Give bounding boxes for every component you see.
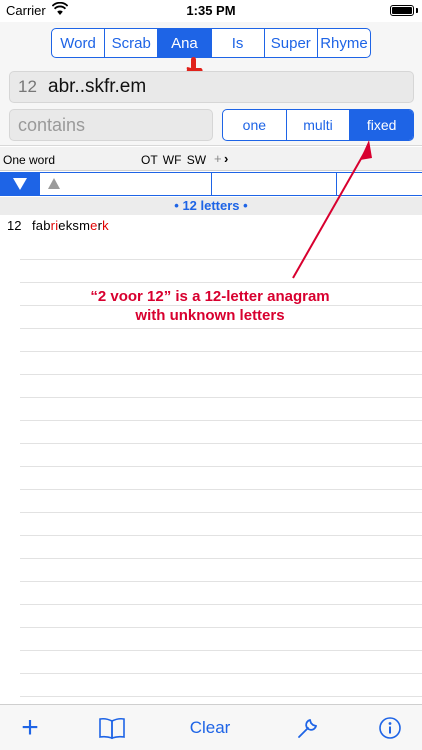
plus-option[interactable]: + (214, 151, 222, 166)
annotation-line-2: with unknown letters (135, 307, 285, 324)
status-bar: Carrier 1:35 PM (0, 0, 422, 22)
contains-input[interactable]: contains (9, 109, 213, 141)
clock: 1:35 PM (186, 3, 236, 18)
sort-row (0, 172, 422, 196)
one-word-option[interactable]: One word (3, 153, 55, 167)
section-header: • 12 letters • (0, 197, 422, 215)
contains-placeholder: contains (18, 114, 86, 135)
match-multi[interactable]: multi (287, 110, 351, 140)
tab-scrab[interactable]: Scrab (105, 29, 159, 57)
tab-rhyme[interactable]: Rhyme (318, 29, 370, 57)
result-word: fabrieksmerk (32, 218, 109, 233)
dictionary-flags[interactable]: OT WF SW (141, 153, 206, 167)
sort-descending-button[interactable] (0, 173, 40, 195)
pattern-length: 12 (18, 77, 37, 96)
triangle-up-icon[interactable] (48, 178, 60, 189)
annotation-line-1: “2 voor 12” is a 12-letter anagram (90, 288, 330, 305)
tab-ana[interactable]: Ana (158, 29, 212, 57)
tab-word[interactable]: Word (52, 29, 106, 57)
triangle-down-icon (13, 178, 27, 190)
annotation-text: “2 voor 12” is a 12-letter anagram with … (60, 287, 360, 325)
wrench-icon[interactable] (290, 705, 326, 750)
match-mode-control[interactable]: one multi fixed (222, 109, 414, 141)
mode-segmented-control[interactable]: Word Scrab Ana Is Super Rhyme (51, 28, 371, 58)
match-fixed[interactable]: fixed (350, 110, 413, 140)
result-length: 12 (7, 218, 22, 233)
bottom-toolbar: + Clear (0, 704, 422, 750)
tab-super[interactable]: Super (265, 29, 318, 57)
match-one[interactable]: one (223, 110, 287, 140)
plus-icon[interactable]: + (12, 705, 48, 750)
pattern-text: abr..skfr.em (48, 76, 147, 97)
pattern-input[interactable]: 12 abr..skfr.em (9, 71, 414, 103)
info-icon[interactable] (372, 705, 408, 750)
chevron-right-icon[interactable]: › (224, 151, 228, 166)
tab-is[interactable]: Is (212, 29, 265, 57)
book-icon[interactable] (94, 705, 130, 750)
options-row: One word OT WF SW + › (0, 147, 422, 171)
battery-icon (390, 5, 414, 16)
clear-button[interactable]: Clear (180, 705, 240, 750)
list-item[interactable]: 12 fabrieksmerk (0, 216, 422, 236)
